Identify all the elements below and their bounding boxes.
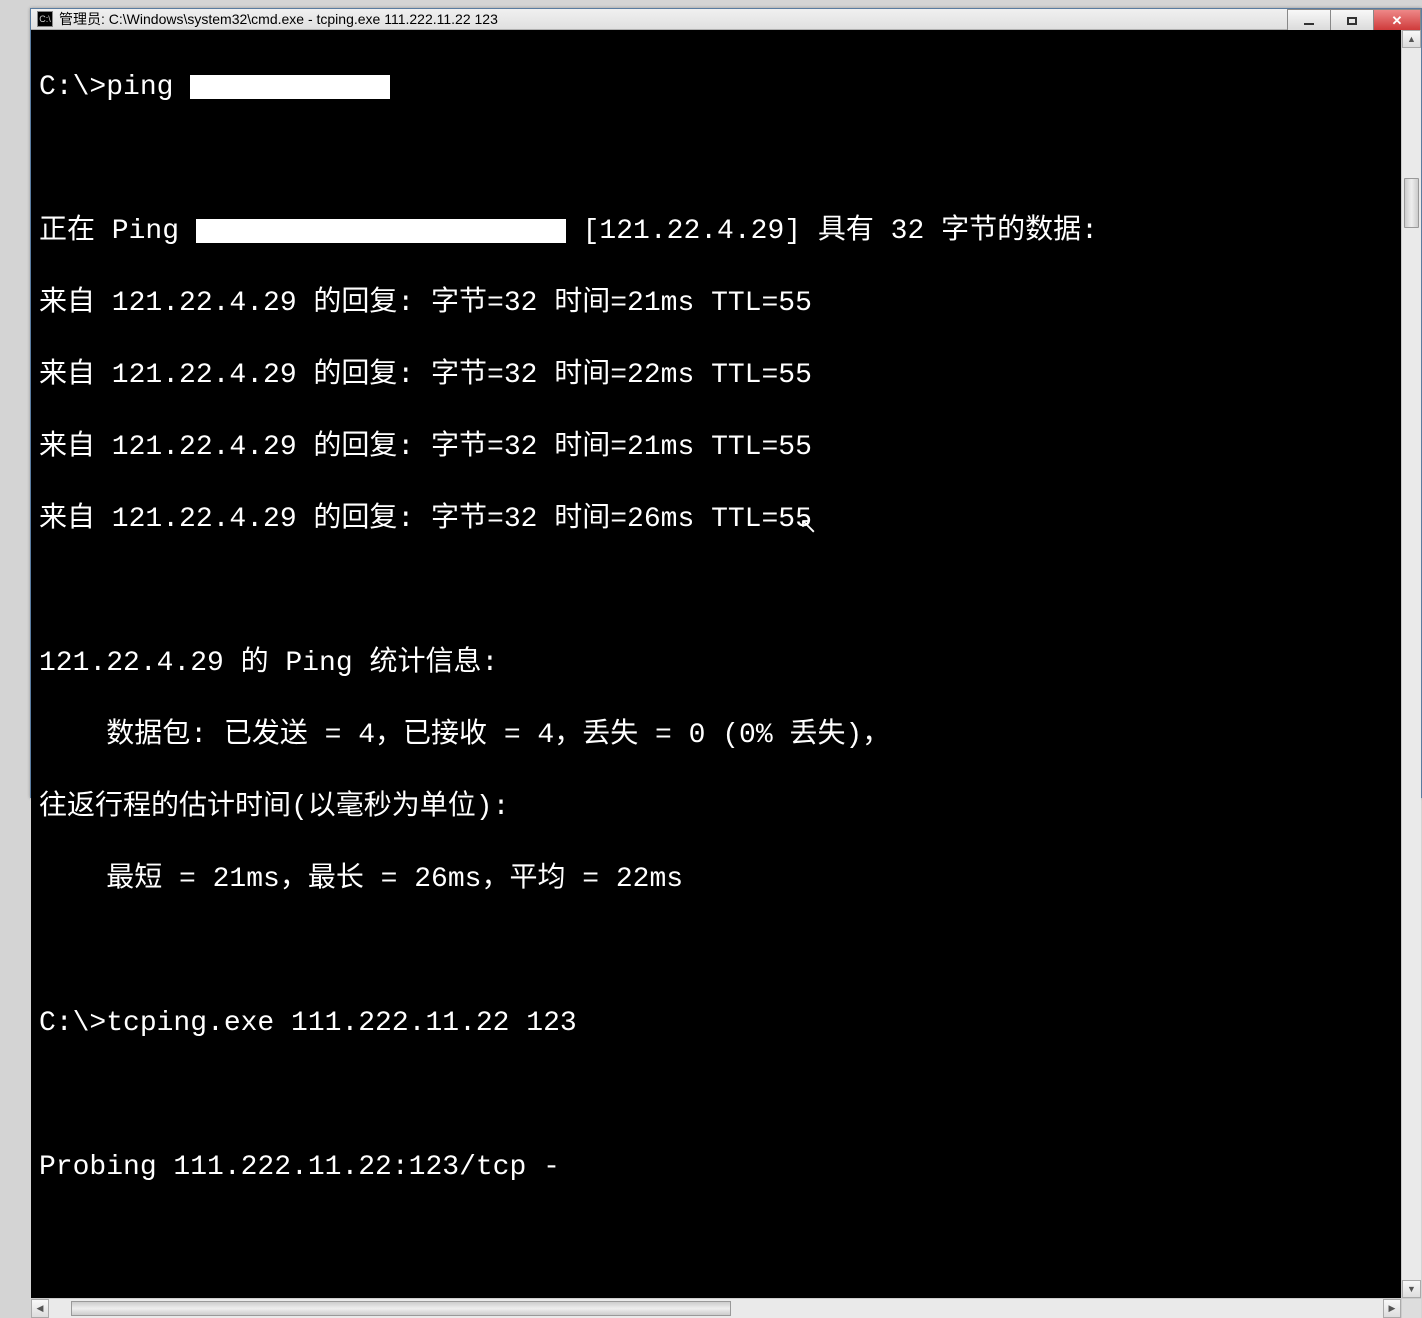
stats-header: 121.22.4.29 的 Ping 统计信息: <box>39 646 1413 682</box>
ping-reply: 来自 121.22.4.29 的回复: 字节=32 时间=21ms TTL=55 <box>39 430 1413 466</box>
cmd-line: C:\>tcping.exe 111.222.11.22 123 <box>39 1006 1413 1042</box>
scroll-thumb[interactable] <box>1404 178 1419 228</box>
ping-reply: 来自 121.22.4.29 的回复: 字节=32 时间=22ms TTL=55 <box>39 358 1413 394</box>
rtt-values: 最短 = 21ms，最长 = 26ms，平均 = 22ms <box>39 862 1413 898</box>
cmd-icon: C:\ <box>37 11 53 27</box>
ping-header: 正在 Ping [121.22.4.29] 具有 32 字节的数据: <box>39 214 1413 250</box>
ping-reply: 来自 121.22.4.29 的回复: 字节=32 时间=26ms TTL=55 <box>39 502 1413 538</box>
window-title: 管理员: C:\Windows\system32\cmd.exe - tcpin… <box>59 9 498 29</box>
rtt-header: 往返行程的估计时间(以毫秒为单位): <box>39 790 1413 826</box>
scroll-up-arrow-icon[interactable]: ▲ <box>1402 30 1421 48</box>
titlebar[interactable]: C:\ 管理员: C:\Windows\system32\cmd.exe - t… <box>31 9 1421 30</box>
vertical-scrollbar[interactable]: ▲ ▼ <box>1401 30 1421 1298</box>
horizontal-scrollbar[interactable]: ◀ ▶ <box>31 1298 1421 1318</box>
ping-reply: 来自 121.22.4.29 的回复: 字节=32 时间=21ms TTL=55 <box>39 286 1413 322</box>
probing-line: Probing 111.222.11.22:123/tcp - <box>39 1150 1413 1186</box>
terminal-output[interactable]: C:\>ping 正在 Ping [121.22.4.29] 具有 32 字节的… <box>31 30 1421 1298</box>
stats-packets: 数据包: 已发送 = 4，已接收 = 4，丢失 = 0 (0% 丢失)， <box>39 718 1413 754</box>
scroll-down-arrow-icon[interactable]: ▼ <box>1402 1280 1421 1298</box>
redacted-hostname <box>190 75 390 99</box>
cmd-line: C:\>ping <box>39 70 1413 106</box>
scroll-left-arrow-icon[interactable]: ◀ <box>31 1299 49 1318</box>
redacted-fqdn <box>196 219 566 243</box>
scroll-corner <box>1401 1299 1421 1318</box>
scroll-track[interactable] <box>1402 48 1421 1280</box>
hscroll-track[interactable] <box>49 1299 1383 1318</box>
hscroll-thumb[interactable] <box>71 1301 731 1316</box>
terminal-area: C:\>ping 正在 Ping [121.22.4.29] 具有 32 字节的… <box>31 30 1421 1318</box>
cmd-window: C:\ 管理员: C:\Windows\system32\cmd.exe - t… <box>30 8 1422 798</box>
scroll-right-arrow-icon[interactable]: ▶ <box>1383 1299 1401 1318</box>
